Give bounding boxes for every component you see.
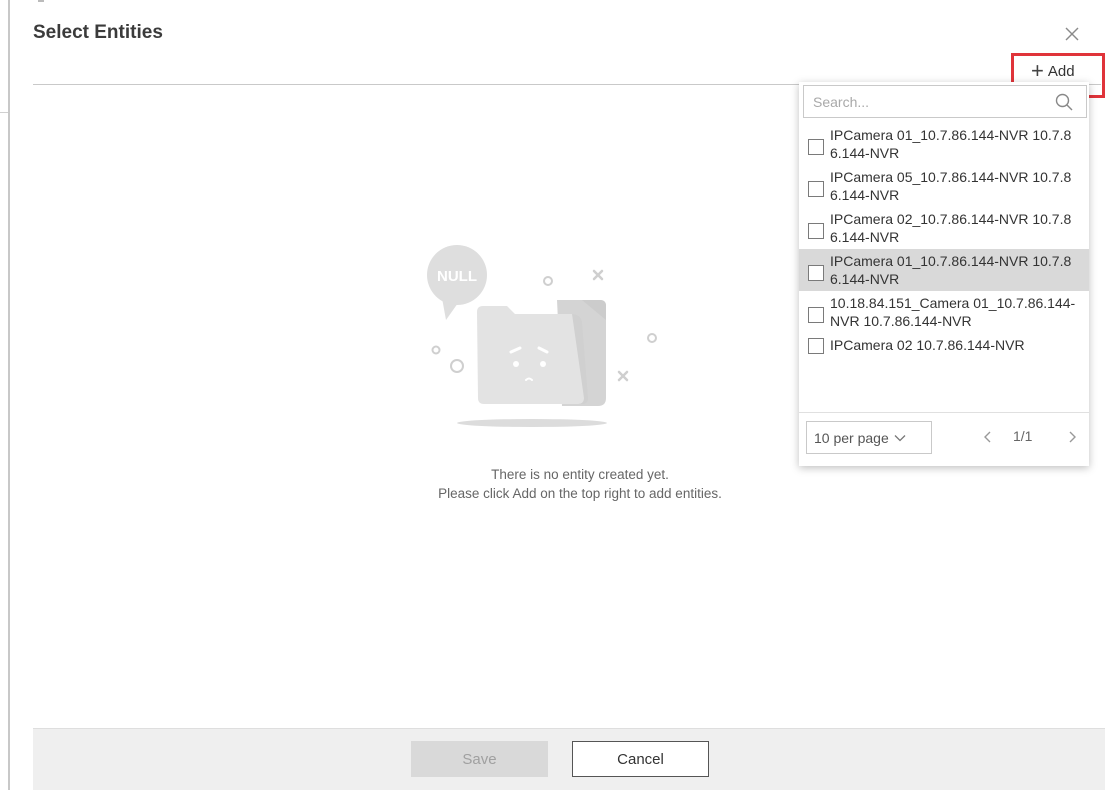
top-tick [38,0,44,2]
entity-list: IPCamera 01_10.7.86.144-NVR 10.7.86.144-… [799,123,1089,357]
checkbox[interactable] [808,181,824,197]
left-border [8,0,10,790]
entity-name: IPCamera 01_10.7.86.144-NVR 10.7.86.144-… [830,127,1072,161]
per-page-select[interactable]: 10 per page [806,421,932,454]
entity-dropdown: IPCamera 01_10.7.86.144-NVR 10.7.86.144-… [799,82,1089,466]
checkbox[interactable] [808,307,824,323]
chevron-down-icon [894,434,906,441]
search-input[interactable] [804,86,1044,117]
page-indicator: 1/1 [1013,428,1033,444]
pagination: 10 per page 1/1 [799,412,1089,466]
entity-name: 10.18.84.151_Camera 01_10.7.86.144-NVR 1… [830,295,1076,329]
dialog-footer: Save Cancel [33,728,1105,790]
list-item-hovered[interactable]: IPCamera 01_10.7.86.144-NVR 10.7.86.144-… [799,249,1089,291]
list-item[interactable]: IPCamera 02_10.7.86.144-NVR 10.7.86.144-… [799,207,1089,249]
checkbox[interactable] [808,139,824,155]
folder-icon [477,306,588,404]
list-item[interactable]: IPCamera 05_10.7.86.144-NVR 10.7.86.144-… [799,165,1089,207]
close-icon[interactable] [1060,22,1084,46]
entity-name: IPCamera 05_10.7.86.144-NVR 10.7.86.144-… [830,169,1072,203]
search-box [803,85,1087,118]
entity-name: IPCamera 01_10.7.86.144-NVR 10.7.86.144-… [830,253,1072,287]
checkbox[interactable] [808,223,824,239]
checkbox[interactable] [808,265,824,281]
per-page-label: 10 per page [814,429,889,446]
empty-folder-illustration: NULL [427,245,657,427]
entity-name: IPCamera 02_10.7.86.144-NVR 10.7.86.144-… [830,211,1072,245]
empty-message: There is no entity created yet. Please c… [330,465,830,503]
chevron-left-icon[interactable] [981,427,995,447]
empty-message-line2: Please click Add on the top right to add… [438,486,722,501]
save-button[interactable]: Save [411,741,548,777]
entity-name: IPCamera 02 10.7.86.144-NVR [830,337,1025,353]
plus-icon: + [1031,58,1044,83]
list-item[interactable]: IPCamera 01_10.7.86.144-NVR 10.7.86.144-… [799,123,1089,165]
search-icon[interactable] [1054,92,1074,112]
select-entities-dialog: Select Entities + Add NULL There is no e… [0,0,1105,790]
add-button[interactable]: + Add [1031,58,1075,84]
list-item[interactable]: IPCamera 02 10.7.86.144-NVR [799,333,1089,357]
empty-message-line1: There is no entity created yet. [491,467,669,482]
dialog-title: Select Entities [33,22,163,43]
chevron-right-icon[interactable] [1065,427,1079,447]
add-button-label: Add [1047,62,1075,80]
null-bubble-text: NULL [437,268,477,285]
checkbox[interactable] [808,338,824,354]
cancel-button[interactable]: Cancel [572,741,709,777]
left-divider-mark [0,112,8,113]
list-item[interactable]: 10.18.84.151_Camera 01_10.7.86.144-NVR 1… [799,291,1089,333]
